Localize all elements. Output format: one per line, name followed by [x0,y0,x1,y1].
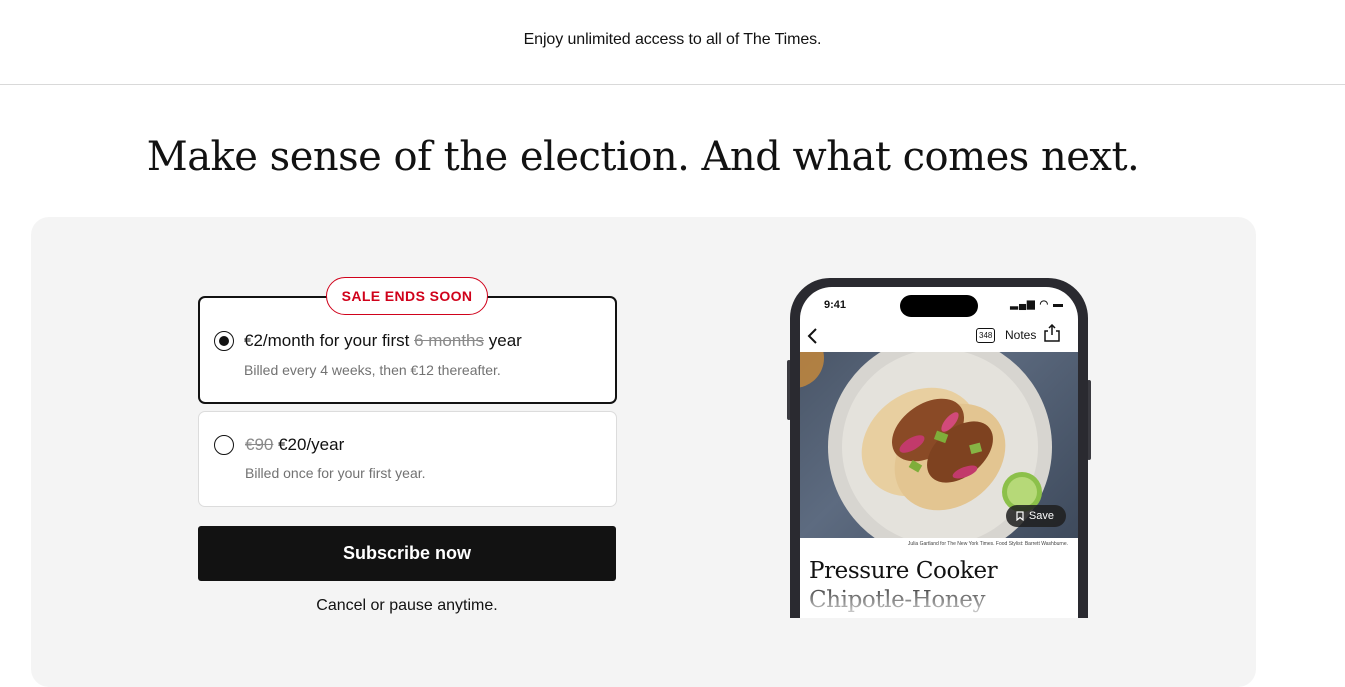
yearly-price: €90 €20/year [245,435,344,455]
screen-fade [800,578,1078,618]
back-icon [806,325,820,351]
sale-badge: SALE ENDS SOON [326,277,488,315]
status-time: 9:41 [824,299,847,311]
top-banner: Enjoy unlimited access to all of The Tim… [0,0,1345,85]
cancel-note: Cancel or pause anytime. [316,597,498,614]
dynamic-island [900,295,978,317]
monthly-price-prefix: €2/month for your first [244,331,415,350]
save-button[interactable]: Save [1005,505,1066,527]
yearly-billing-note: Billed once for your first year. [245,465,426,481]
recipe-photo: Save [800,352,1078,538]
photo-credit: Julia Gartland for The New York Times. F… [907,541,1068,547]
yearly-new-price: €20/year [273,435,345,454]
monthly-price: €2/month for your first 6 months year [244,331,522,351]
top-banner-text: Enjoy unlimited access to all of The Tim… [523,31,822,48]
share-icon [1044,323,1060,342]
monthly-billing-note: Billed every 4 weeks, then €12 thereafte… [244,362,501,378]
radio-monthly[interactable] [214,331,234,351]
yearly-old-price: €90 [245,435,274,454]
phone-nav-bar: 348 Notes [800,323,1078,351]
phone-mockup: 9:41 ▂▄▆ ◠ ▬ 348 Notes Save Julia Gartla… [790,278,1088,618]
save-label: Save [1028,510,1054,522]
status-icons: ▂▄▆ ◠ ▬ [1010,299,1064,310]
offer-option-yearly[interactable]: €90 €20/year Billed once for your first … [198,411,617,507]
phone-screen: 9:41 ▂▄▆ ◠ ▬ 348 Notes Save Julia Gartla… [800,287,1078,618]
radio-yearly[interactable] [214,435,234,455]
notes-count-badge: 348 [976,328,996,343]
subscribe-button[interactable]: Subscribe now [198,526,616,581]
bookmark-icon [1016,511,1024,521]
page-headline: Make sense of the election. And what com… [146,134,1140,180]
monthly-price-strike: 6 months [414,331,485,350]
monthly-price-suffix: year [484,331,522,350]
notes-label: Notes [1005,328,1037,342]
